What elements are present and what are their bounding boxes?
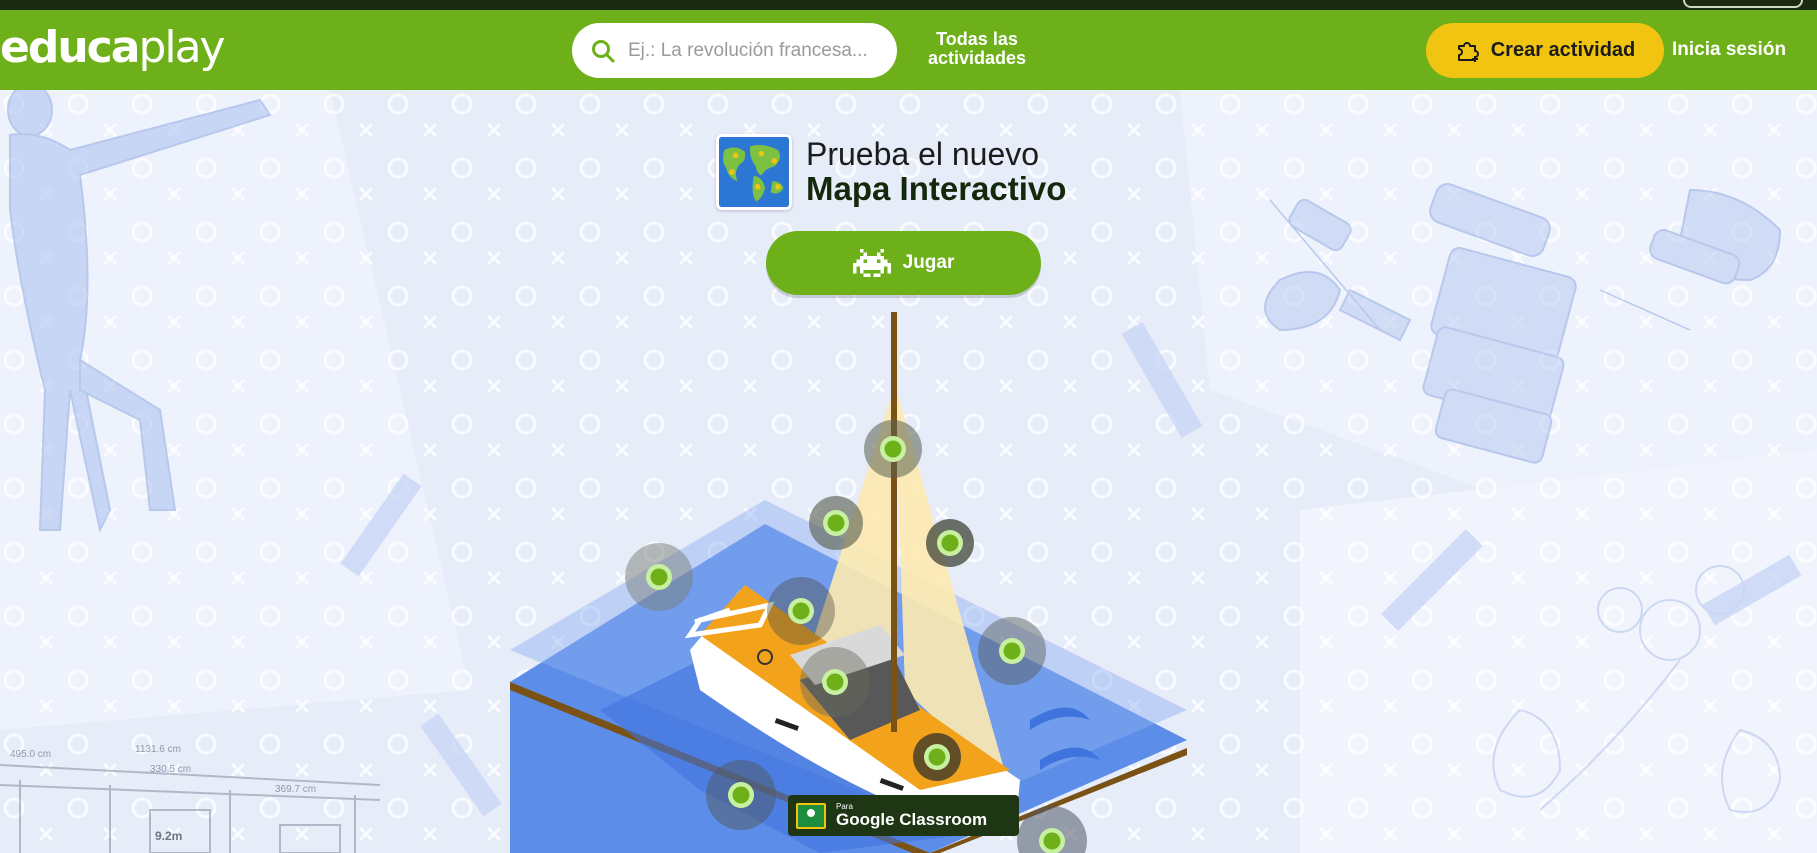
all-activities-link[interactable]: Todas las actividades (912, 30, 1042, 68)
floorplan-dim-3: 330.5 cm (150, 764, 191, 775)
top-strip-pill (1683, 0, 1803, 8)
logo-bold-text: educa (0, 22, 140, 73)
search-icon (592, 39, 615, 62)
puzzle-plus-icon (1457, 41, 1479, 62)
hotspot-marker[interactable] (926, 519, 974, 567)
space-invader-icon (852, 249, 891, 277)
educaplay-logo[interactable]: educaplay (0, 26, 226, 70)
hotspot-marker[interactable] (767, 577, 835, 645)
interactive-map-promo[interactable]: Prueba el nuevo Mapa Interactivo (716, 134, 1066, 210)
play-button-label: Jugar (902, 252, 955, 273)
hotspot-marker[interactable] (864, 420, 922, 478)
all-activities-line2: actividades (927, 48, 1027, 68)
create-activity-label: Crear actividad (1490, 39, 1636, 61)
promo-title-line2: Mapa Interactivo (806, 170, 1067, 207)
classroom-big-label: Google Classroom (836, 810, 988, 829)
all-activities-line1: Todas las (936, 29, 1018, 49)
floorplan-area: 9.2m (155, 829, 182, 843)
play-button[interactable]: Jugar (766, 231, 1041, 295)
hotspot-marker[interactable] (978, 617, 1046, 685)
hotspot-marker[interactable] (913, 733, 961, 781)
search-box[interactable] (572, 23, 897, 78)
promo-title-line1: Prueba el nuevo (806, 136, 1040, 172)
logo-light-text: play (138, 22, 225, 73)
world-map-thumbnail (716, 134, 792, 210)
floorplan-dim-1: 495.0 cm (10, 749, 51, 760)
hotspot-marker[interactable] (809, 496, 863, 550)
hotspot-marker[interactable] (706, 760, 776, 830)
floorplan-dim-2: 1131.6 cm (135, 744, 181, 755)
google-classroom-button[interactable]: Para Google Classroom (788, 795, 1019, 836)
top-strip (0, 0, 1817, 10)
google-classroom-icon (796, 802, 826, 829)
hotspot-marker[interactable] (800, 647, 870, 717)
floorplan-dim-4: 369.7 cm (275, 784, 316, 795)
site-header: educaplay Todas las actividades Crear ac… (0, 10, 1817, 90)
hotspot-marker[interactable] (625, 543, 693, 611)
login-link[interactable]: Inicia sesión (1672, 39, 1807, 61)
search-input[interactable] (628, 39, 868, 62)
create-activity-button[interactable]: Crear actividad (1426, 23, 1664, 78)
